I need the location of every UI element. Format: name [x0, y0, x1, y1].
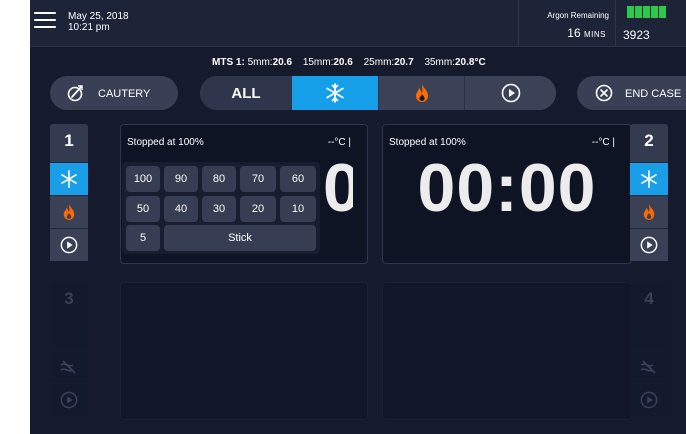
play-icon	[60, 391, 78, 409]
mts-value-25: 20.7	[394, 57, 414, 68]
power-100-button[interactable]: 100	[126, 166, 160, 192]
end-case-label: END CASE	[625, 88, 682, 100]
mts-value-15: 20.6	[333, 57, 353, 68]
channel-2-timer: 00:00	[417, 150, 597, 226]
top-bar: May 25, 2018 10:21 pm Argon Remaining 16…	[30, 0, 686, 47]
argon-remaining: Argon Remaining 16 MINS	[518, 0, 616, 46]
cautery-icon	[67, 85, 83, 102]
hamburger-menu-icon[interactable]	[34, 12, 56, 30]
snowflake-icon	[326, 83, 344, 103]
flame-icon	[63, 204, 75, 220]
control-screen: May 25, 2018 10:21 pm Argon Remaining 16…	[30, 0, 686, 434]
channel-2-status: Stopped at 100%	[389, 137, 466, 148]
end-case-button[interactable]: END CASE	[577, 76, 686, 110]
close-circle-icon	[595, 84, 613, 102]
channel-3-controls: 3	[50, 282, 88, 416]
mts-readout: MTS 1: 5mm:20.6 15mm:20.6 25mm:20.7 35mm…	[212, 57, 486, 68]
channel-4-start-button	[630, 383, 668, 416]
mts-size-15: 15mm:	[302, 57, 334, 68]
channel-2-panel: Stopped at 100% --°C | 00:00	[382, 124, 632, 264]
channel-2-number: 2	[630, 124, 668, 162]
channel-1-controls: 1	[50, 124, 88, 261]
flame-icon	[643, 204, 655, 220]
mode-selector: ALL	[200, 76, 556, 110]
start-all-button[interactable]	[464, 76, 556, 110]
play-icon	[60, 236, 78, 254]
channel-2-controls: 2	[630, 124, 668, 261]
argon-label: Argon Remaining	[547, 11, 609, 20]
time-label: 10:21 pm	[68, 22, 110, 33]
channel-2-temperature: --°C |	[591, 137, 615, 148]
channel-3-disconnected-button	[50, 350, 88, 383]
channel-1-thaw-button[interactable]	[50, 195, 88, 228]
mts-size-25: 25mm:	[363, 57, 395, 68]
mts-label: MTS 1:	[212, 57, 245, 68]
power-level-popup: 100 90 80 70 60 50 40 30 20 10 5 Stick	[122, 162, 320, 254]
mts-size-5: 5mm:	[247, 57, 273, 68]
freeze-all-button[interactable]	[292, 76, 378, 110]
channel-4-panel	[382, 282, 632, 420]
power-30-button[interactable]: 30	[202, 196, 236, 222]
channel-1-status: Stopped at 100%	[127, 137, 204, 148]
power-70-button[interactable]: 70	[240, 166, 276, 192]
channel-3-start-button	[50, 383, 88, 416]
play-icon	[640, 236, 658, 254]
power-60-button[interactable]: 60	[280, 166, 316, 192]
cautery-button[interactable]: CAUTERY	[50, 76, 178, 110]
mts-value-5: 20.6	[272, 57, 293, 68]
thaw-all-button[interactable]	[378, 76, 465, 110]
power-5-button[interactable]: 5	[126, 225, 160, 251]
date-time: May 25, 2018 10:21 pm	[68, 11, 129, 33]
all-label: ALL	[231, 85, 261, 102]
argon-number: 16	[567, 26, 581, 40]
play-icon	[501, 83, 521, 103]
argon-value: 16 MINS	[567, 26, 606, 40]
power-50-button[interactable]: 50	[126, 196, 160, 222]
power-80-button[interactable]: 80	[202, 166, 236, 192]
mts-size-35: 35mm:	[424, 57, 455, 68]
power-20-button[interactable]: 20	[240, 196, 276, 222]
power-40-button[interactable]: 40	[164, 196, 198, 222]
power-10-button[interactable]: 10	[280, 196, 316, 222]
channel-1-start-button[interactable]	[50, 228, 88, 261]
pressure-value: 3923	[623, 28, 650, 42]
channel-2-freeze-button[interactable]	[630, 162, 668, 195]
flame-icon	[416, 84, 428, 102]
mts-value-35: 20.8°C	[455, 57, 486, 68]
cautery-label: CAUTERY	[98, 88, 151, 100]
power-90-button[interactable]: 90	[164, 166, 198, 192]
channel-2-thaw-button[interactable]	[630, 195, 668, 228]
channel-3-number: 3	[50, 282, 88, 320]
channel-4-controls: 4	[630, 282, 668, 416]
all-button[interactable]: ALL	[200, 76, 292, 110]
argon-unit: MINS	[584, 30, 606, 39]
channel-2-start-button[interactable]	[630, 228, 668, 261]
stick-button[interactable]: Stick	[164, 225, 316, 251]
channel-4-disconnected-button	[630, 350, 668, 383]
play-icon	[640, 391, 658, 409]
level-bars-icon	[627, 6, 667, 18]
snowflake-icon	[641, 170, 657, 188]
disconnected-probe-icon	[640, 360, 656, 374]
channel-3-panel	[120, 282, 368, 420]
channel-4-number: 4	[630, 282, 668, 320]
channel-1-timer: 0	[323, 150, 353, 226]
date-label: May 25, 2018	[68, 11, 129, 22]
channel-1-number: 1	[50, 124, 88, 162]
disconnected-probe-icon	[60, 360, 76, 374]
channel-1-freeze-button[interactable]	[50, 162, 88, 195]
channel-1-temperature: --°C |	[327, 137, 351, 148]
snowflake-icon	[61, 170, 77, 188]
